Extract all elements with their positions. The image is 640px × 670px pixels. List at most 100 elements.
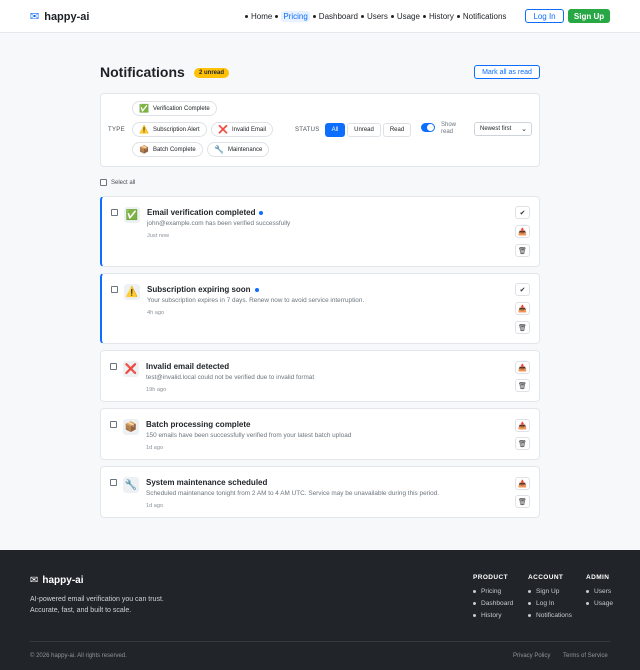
footer-link-log-in[interactable]: Log In [528,600,572,607]
notification-title: Email verification completed [147,208,264,217]
chip-verification-complete[interactable]: ✅ Verification Complete [132,101,217,116]
notification-card[interactable]: 🔧 System maintenance scheduled Scheduled… [100,466,540,518]
notification-message: john@example.com has been verified succe… [147,220,291,227]
delete-button[interactable]: 🗑 [515,437,530,450]
status-all-button[interactable]: All [325,123,345,137]
notification-time: 19h ago [146,387,167,393]
mark-read-button[interactable]: ✔ [515,283,530,296]
checkmark-icon: ✔ [519,209,526,217]
footer-link-history[interactable]: History [473,612,513,619]
show-read-toggle[interactable] [421,123,435,132]
inbox-tray-icon: 📥 [518,422,527,430]
notification-time: Just now [147,233,170,239]
archive-button[interactable]: 📥 [515,419,530,432]
footer-brand[interactable]: ✉ happy-ai [30,575,84,586]
select-all[interactable]: Select all [100,179,135,186]
footer-column-product: PRODUCT Pricing Dashboard History [473,574,513,624]
trash-icon: 🗑 [518,324,527,332]
warning-icon: ⚠️ [124,284,140,300]
brand-name: happy-ai [44,10,90,23]
nav-link-pricing[interactable]: Pricing [272,11,310,22]
footer-column-account: ACCOUNT Sign Up Log In Notifications [528,574,572,624]
chip-batch-complete[interactable]: 📦 Batch Complete [132,142,203,157]
notification-card[interactable]: ❌ Invalid email detected test@invalid.lo… [100,350,540,402]
notification-title: Subscription expiring soon [147,285,259,294]
unread-dot [259,210,264,215]
warning-icon: ⚠️ [139,124,149,134]
top-navbar: ✉ happy-ai Home Pricing Dashboard Users … [0,0,640,33]
check-mark-icon: ✅ [139,103,149,113]
notification-message: Your subscription expires in 7 days. Ren… [147,297,365,304]
footer-link-usage[interactable]: Usage [586,600,613,607]
inbox-tray-icon: 📥 [518,480,527,488]
checkmark-icon: ✔ [519,286,526,294]
unread-badge: 2 unread [194,68,230,78]
nav-link-notifications[interactable]: Notifications [454,12,506,21]
login-button[interactable]: Log In [525,9,564,23]
mark-read-button[interactable]: ✔ [515,206,530,219]
footer-link-notifications[interactable]: Notifications [528,612,572,619]
delete-button[interactable]: 🗑 [515,379,530,392]
privacy-policy-link[interactable]: Privacy Policy [513,653,550,659]
notification-checkbox[interactable] [111,209,118,216]
archive-button[interactable]: 📥 [515,361,530,374]
wrench-icon: 🔧 [123,477,139,493]
trash-icon: 🗑 [518,247,527,255]
footer-link-dashboard[interactable]: Dashboard [473,600,513,607]
mark-all-read-button[interactable]: Mark all as read [474,65,540,79]
check-mark-icon: ✅ [124,207,140,223]
select-all-checkbox[interactable] [100,179,107,186]
status-unread-button[interactable]: Unread [347,123,381,137]
trash-icon: 🗑 [518,498,527,506]
notification-card[interactable]: ✅ Email verification completed john@exam… [100,196,540,267]
select-all-label: Select all [111,179,136,186]
notification-time: 1d ago [146,445,164,451]
notification-checkbox[interactable] [110,421,117,428]
footer-heading: PRODUCT [473,574,508,581]
nav-link-users[interactable]: Users [358,12,388,21]
footer-link-users[interactable]: Users [586,588,613,595]
chevron-down-icon: ⌄ [521,126,527,133]
signup-button[interactable]: Sign Up [568,9,610,23]
notification-message: 150 emails have been successfully verifi… [146,432,352,439]
notification-card[interactable]: ⚠️ Subscription expiring soon Your subsc… [100,273,540,344]
delete-button[interactable]: 🗑 [515,495,530,508]
footer-link-sign-up[interactable]: Sign Up [528,588,572,595]
notification-checkbox[interactable] [111,286,118,293]
wrench-icon: 🔧 [214,144,224,154]
site-footer: ✉ happy-ai AI-powered email verification… [0,550,640,670]
chip-invalid-email[interactable]: ❌ Invalid Email [211,122,273,137]
envelope-icon: ✉ [30,575,39,586]
delete-button[interactable]: 🗑 [515,244,530,257]
footer-divider [30,641,610,642]
nav-link-dashboard[interactable]: Dashboard [310,12,358,21]
terms-of-service-link[interactable]: Terms of Service [563,653,608,659]
notification-checkbox[interactable] [110,479,117,486]
footer-heading: ACCOUNT [528,574,564,581]
footer-heading: ADMIN [586,574,610,581]
unread-dot [254,287,259,292]
inbox-tray-icon: 📥 [518,364,527,372]
toggle-knob [427,124,434,131]
brand-logo[interactable]: ✉ happy-ai [30,10,90,24]
archive-button[interactable]: 📥 [515,302,530,315]
nav-link-history[interactable]: History [420,12,454,21]
chip-subscription-alert[interactable]: ⚠️ Subscription Alert [132,122,207,137]
cross-mark-icon: ❌ [218,124,228,134]
notification-checkbox[interactable] [110,363,117,370]
archive-button[interactable]: 📥 [515,477,530,490]
notification-time: 1d ago [146,503,164,509]
delete-button[interactable]: 🗑 [515,321,530,334]
notification-title: System maintenance scheduled [146,478,268,487]
nav-links: Home Pricing Dashboard Users Usage Histo… [242,11,506,22]
nav-link-home[interactable]: Home [242,12,272,21]
status-read-button[interactable]: Read [383,123,411,137]
notification-card[interactable]: 📦 Batch processing complete 150 emails h… [100,408,540,460]
sort-select[interactable]: Newest first ⌄ [474,122,532,136]
chip-maintenance[interactable]: 🔧 Maintenance [207,142,270,157]
nav-link-usage[interactable]: Usage [388,12,420,21]
trash-icon: 🗑 [518,382,527,390]
show-read-label: Show read [441,122,457,135]
archive-button[interactable]: 📥 [515,225,530,238]
footer-link-pricing[interactable]: Pricing [473,588,513,595]
